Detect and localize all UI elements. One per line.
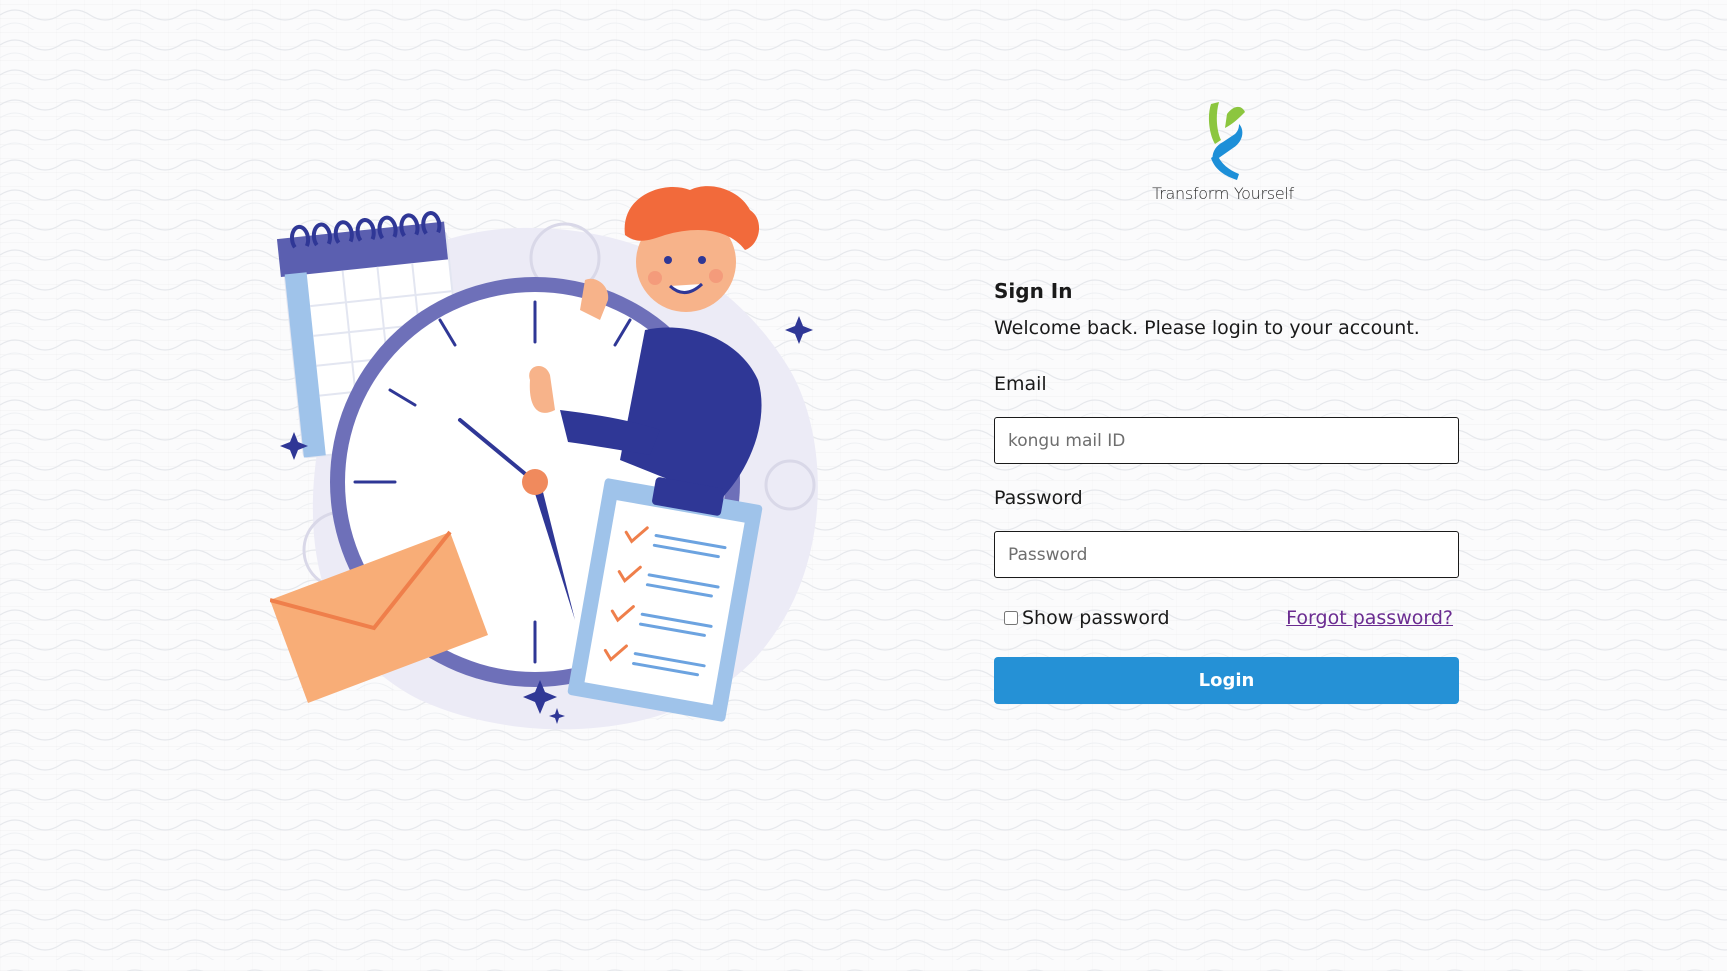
email-label: Email (994, 373, 1047, 395)
password-label: Password (994, 487, 1083, 509)
show-password-toggle[interactable]: Show password (994, 607, 1170, 629)
wave-pattern-background (0, 0, 1727, 971)
show-password-checkbox[interactable] (1004, 611, 1018, 625)
brand-logo-icon (1208, 102, 1245, 180)
welcome-text: Welcome back. Please login to your accou… (994, 317, 1420, 339)
page-title: Sign In (994, 279, 1073, 303)
password-options-row: Show password Forgot password? (994, 606, 1459, 630)
signin-form: Sign In Welcome back. Please login to yo… (994, 278, 1459, 704)
forgot-password-link[interactable]: Forgot password? (1286, 607, 1459, 629)
login-illustration (270, 186, 818, 730)
brand-tagline: Transform Yourself (1152, 184, 1294, 203)
login-button[interactable]: Login (994, 657, 1459, 704)
show-password-label: Show password (1022, 607, 1170, 629)
email-field[interactable] (994, 417, 1459, 464)
brand-logo: Transform Yourself (1138, 96, 1308, 203)
password-field[interactable] (994, 531, 1459, 578)
